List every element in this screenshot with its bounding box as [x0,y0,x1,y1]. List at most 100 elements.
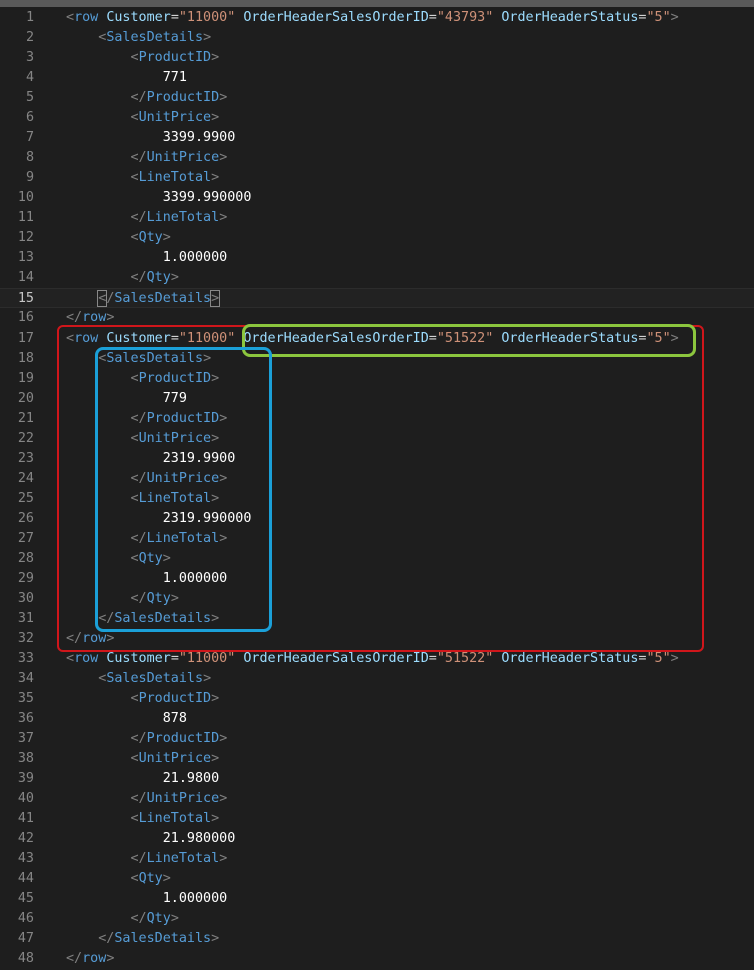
code-text: </row> [66,629,114,649]
code-line[interactable]: 10 3399.990000 [0,188,754,208]
code-line[interactable]: 27 </LineTotal> [0,529,754,549]
code-line[interactable]: 28 <Qty> [0,549,754,569]
code-line[interactable]: 21 </ProductID> [0,409,754,429]
code-line[interactable]: 22 <UnitPrice> [0,429,754,449]
xml-tag-name: LineTotal [146,851,220,867]
code-line[interactable]: 7 3399.9900 [0,128,754,148]
code-line[interactable]: 25 <LineTotal> [0,489,754,509]
code-line[interactable]: 33 <row Customer="11000" OrderHeaderSales… [0,649,754,669]
xml-attribute-name: OrderHeaderStatus [493,10,639,25]
xml-punctuation: < [130,230,139,246]
code-line[interactable]: 20 779 [0,389,754,409]
code-text: 878 [66,709,187,729]
xml-code-editor[interactable]: 1 <row Customer="11000" OrderHeaderSalesO… [0,8,754,970]
xml-text-value: 1.000000 [162,570,228,586]
xml-attribute-value: "5" [646,10,671,25]
code-line[interactable]: 12 <Qty> [0,228,754,248]
xml-punctuation: > [211,430,220,446]
code-text: </UnitPrice> [66,789,228,809]
code-line[interactable]: 2 <SalesDetails> [0,28,754,48]
code-text: 771 [66,68,187,88]
code-line[interactable]: 40 </UnitPrice> [0,789,754,809]
code-line[interactable]: 8 </UnitPrice> [0,148,754,168]
code-text: </SalesDetails> [66,289,221,309]
xml-punctuation: </ [130,590,147,606]
xml-punctuation: > [219,210,228,226]
code-line[interactable]: 44 <Qty> [0,869,754,889]
line-number: 24 [17,470,34,486]
code-line[interactable]: 26 2319.990000 [0,509,754,529]
xml-tag-name: UnitPrice [146,150,220,166]
line-number: 22 [17,430,34,446]
xml-punctuation: </ [130,851,147,867]
xml-tag-name: SalesDetails [106,671,204,687]
xml-punctuation: > [219,90,228,106]
xml-punctuation: > [106,310,115,326]
code-line[interactable]: 3 <ProductID> [0,48,754,68]
xml-attribute-value: "11000" [178,10,236,25]
line-number: 13 [17,250,34,266]
code-line[interactable]: 18 <SalesDetails> [0,349,754,369]
code-line[interactable]: 42 21.980000 [0,829,754,849]
xml-tag-name: UnitPrice [138,110,212,126]
code-line[interactable]: 30 </Qty> [0,589,754,609]
xml-punctuation: </ [130,911,147,927]
code-text: </SalesDetails> [66,929,219,949]
code-line[interactable]: 46 </Qty> [0,909,754,929]
xml-punctuation: > [219,470,228,486]
code-line[interactable]: 11 </LineTotal> [0,208,754,228]
xml-text-value: 2319.9900 [162,450,236,466]
code-line[interactable]: 19 <ProductID> [0,369,754,389]
line-number: 15 [17,291,34,307]
xml-punctuation: </ [98,931,115,947]
code-line[interactable]: 37 </ProductID> [0,729,754,749]
code-line[interactable]: 4 771 [0,68,754,88]
code-line[interactable]: 1 <row Customer="11000" OrderHeaderSalesO… [0,8,754,28]
code-line[interactable]: 35 <ProductID> [0,689,754,709]
xml-punctuation: > [670,330,679,346]
code-line[interactable]: 41 <LineTotal> [0,809,754,829]
xml-tag-name: ProductID [138,691,212,707]
xml-attribute-name: OrderHeaderSalesOrderID [235,330,429,346]
xml-punctuation: </ [66,310,83,326]
line-number: 31 [17,610,34,626]
code-line[interactable]: 14 </Qty> [0,268,754,288]
xml-punctuation: > [211,490,220,506]
code-line[interactable]: 16 </row> [0,308,754,328]
code-line[interactable]: 23 2319.9900 [0,449,754,469]
code-line[interactable]: 6 <UnitPrice> [0,108,754,128]
code-line[interactable]: 38 <UnitPrice> [0,749,754,769]
code-line[interactable]: 13 1.000000 [0,248,754,268]
xml-punctuation: < [66,651,75,666]
code-line[interactable]: 47 </SalesDetails> [0,929,754,949]
code-line[interactable]: 31 </SalesDetails> [0,609,754,629]
code-line[interactable]: 24 </UnitPrice> [0,469,754,489]
code-line[interactable]: 9 <LineTotal> [0,168,754,188]
code-line[interactable]: 39 21.9800 [0,769,754,789]
code-line[interactable]: 17 <row Customer="11000" OrderHeaderSales… [0,329,754,349]
code-text: <LineTotal> [66,489,220,509]
xml-punctuation: > [219,791,228,807]
xml-attribute-value: "11000" [178,330,236,346]
xml-tag-name: Qty [138,550,163,566]
xml-tag-name: Qty [138,230,163,246]
code-text: 1.000000 [66,569,228,589]
code-line[interactable]: 32 </row> [0,629,754,649]
code-line[interactable]: 29 1.000000 [0,569,754,589]
code-line[interactable]: 45 1.000000 [0,889,754,909]
code-line[interactable]: 48 </row> [0,949,754,969]
code-text: </SalesDetails> [66,609,219,629]
code-line[interactable]: 15 </SalesDetails> [0,288,754,309]
line-number: 18 [17,350,34,366]
xml-punctuation: < [130,751,139,767]
code-line[interactable]: 34 <SalesDetails> [0,669,754,689]
code-text: <LineTotal> [66,809,220,829]
code-text: </LineTotal> [66,529,228,549]
xml-tag-name: LineTotal [146,530,220,546]
code-line[interactable]: 43 </LineTotal> [0,849,754,869]
code-line[interactable]: 36 878 [0,709,754,729]
xml-punctuation: </ [66,951,83,967]
code-line[interactable]: 5 </ProductID> [0,88,754,108]
xml-equals: = [170,330,179,346]
xml-equals: = [170,10,179,25]
